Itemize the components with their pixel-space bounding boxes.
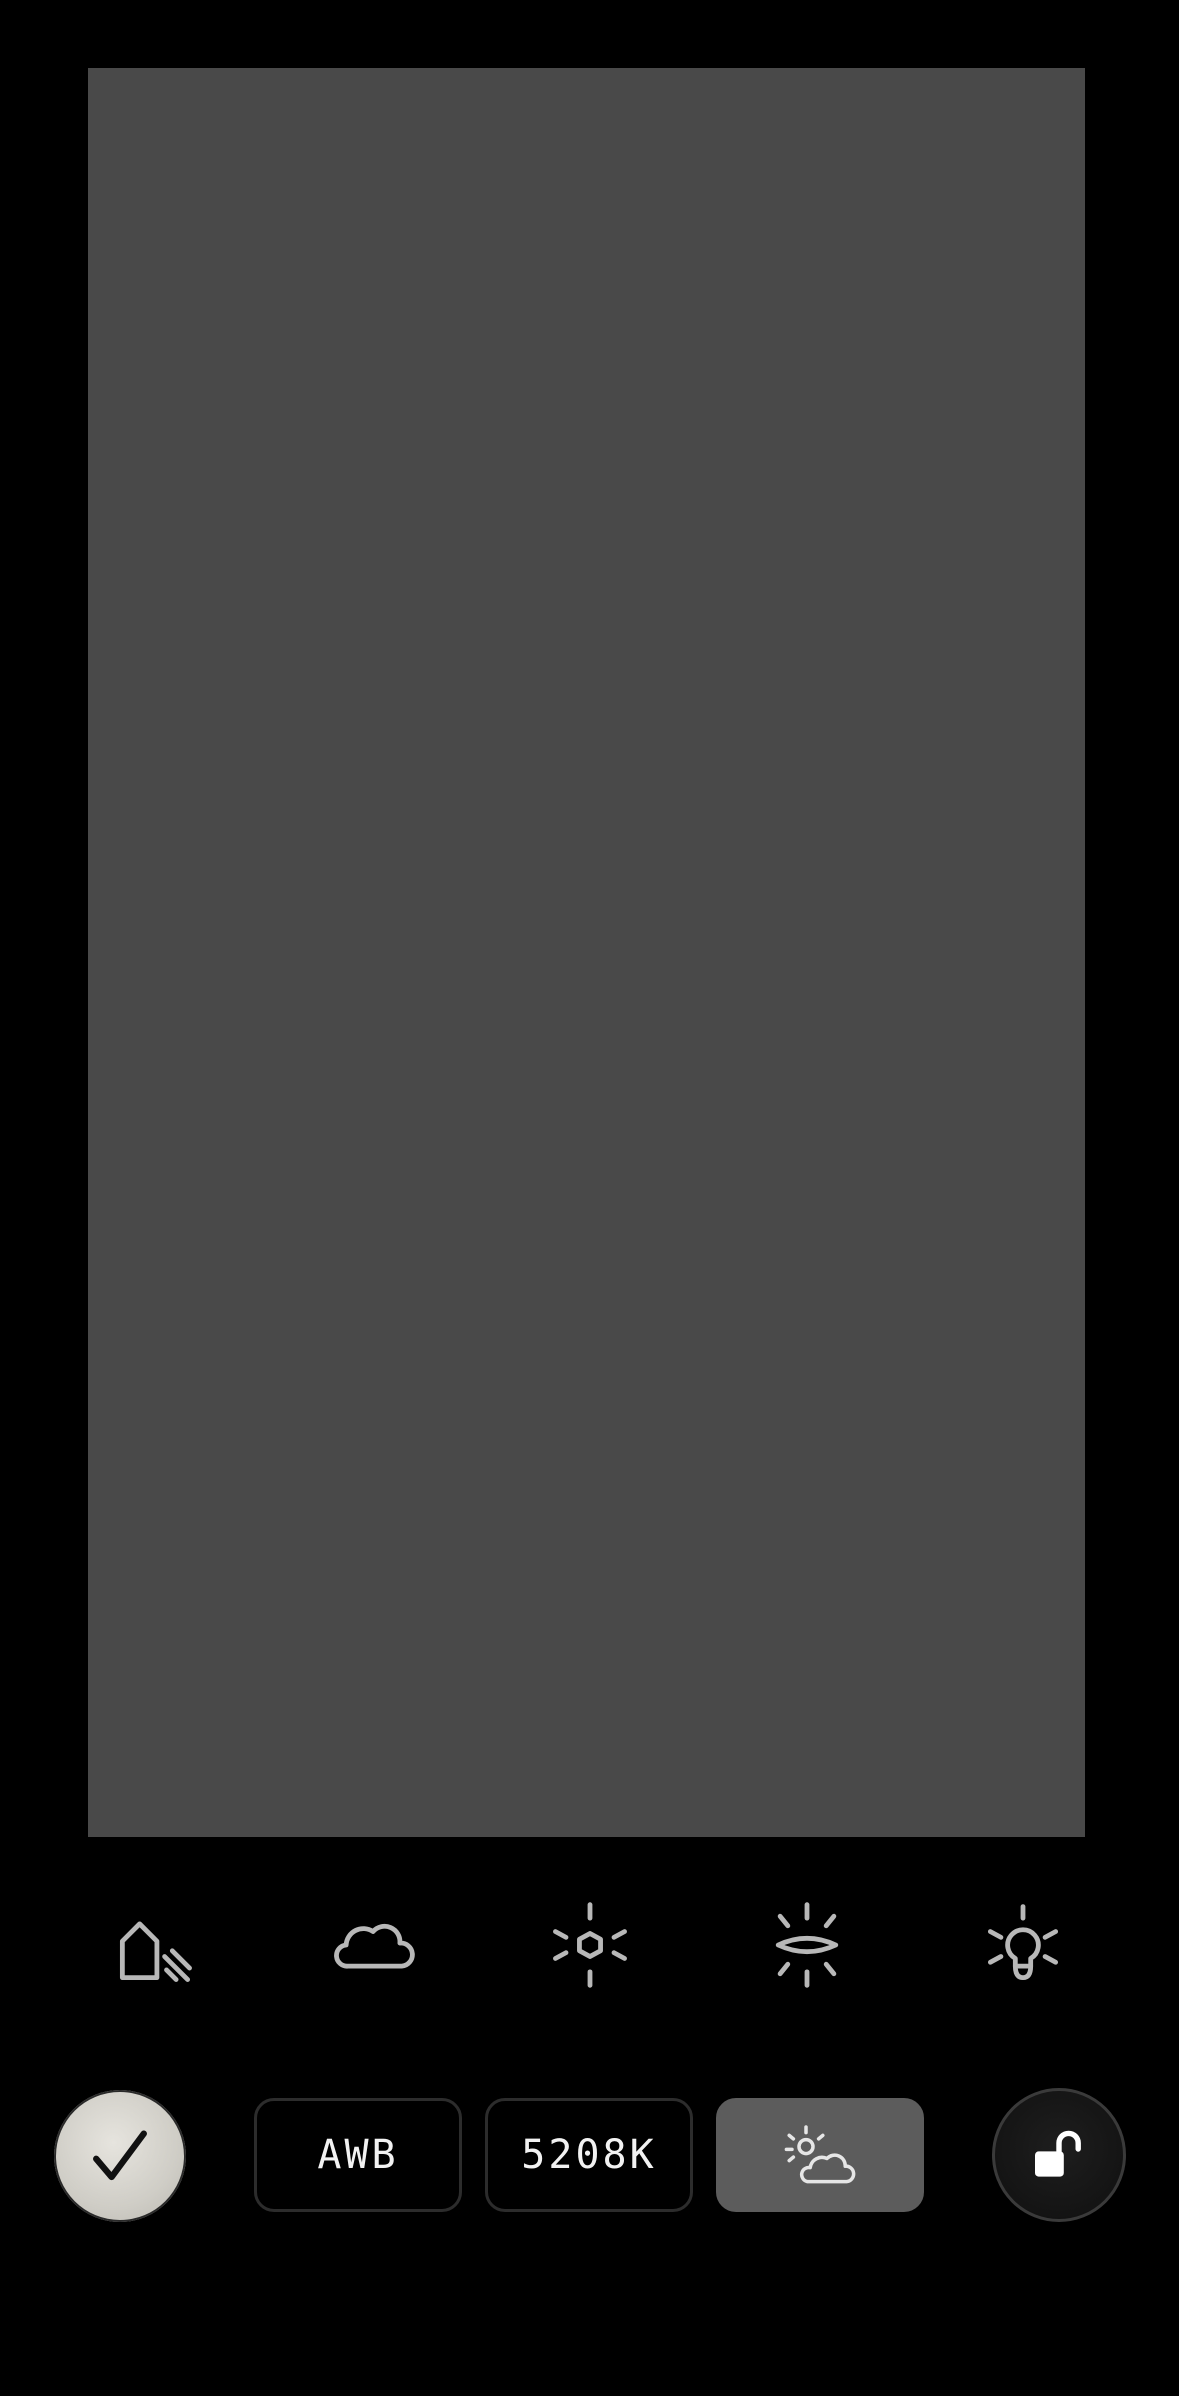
active-preset-button[interactable] [716,2098,924,2212]
white-balance-presets [0,1890,1179,2000]
cloud-icon [334,1923,415,1969]
preset-shade[interactable] [100,1890,210,2000]
checkmark-icon [93,2130,147,2181]
white-balance-controls: AWB 5208K [0,2088,1179,2224]
preset-fluorescent[interactable] [752,1890,862,2000]
preset-incandescent[interactable] [968,1890,1078,2000]
sun-icon [553,1902,627,1988]
awb-button[interactable]: AWB [254,2098,462,2212]
partly-cloudy-icon [784,2125,856,2184]
kelvin-button[interactable]: 5208K [485,2098,693,2212]
preset-cloudy[interactable] [318,1890,428,2000]
kelvin-label: 5208K [521,2132,657,2178]
incandescent-bulb-icon [987,1904,1059,1981]
awb-label: AWB [317,2132,399,2178]
unlocked-padlock-icon [1035,2130,1081,2177]
confirm-button[interactable] [54,2090,186,2222]
camera-viewfinder[interactable] [88,68,1085,1837]
lock-button[interactable] [992,2088,1126,2222]
fluorescent-icon [775,1902,839,1988]
preset-daylight[interactable] [535,1890,645,2000]
white-balance-screen: AWB 5208K [0,0,1179,2396]
shade-icon [119,1921,192,1982]
